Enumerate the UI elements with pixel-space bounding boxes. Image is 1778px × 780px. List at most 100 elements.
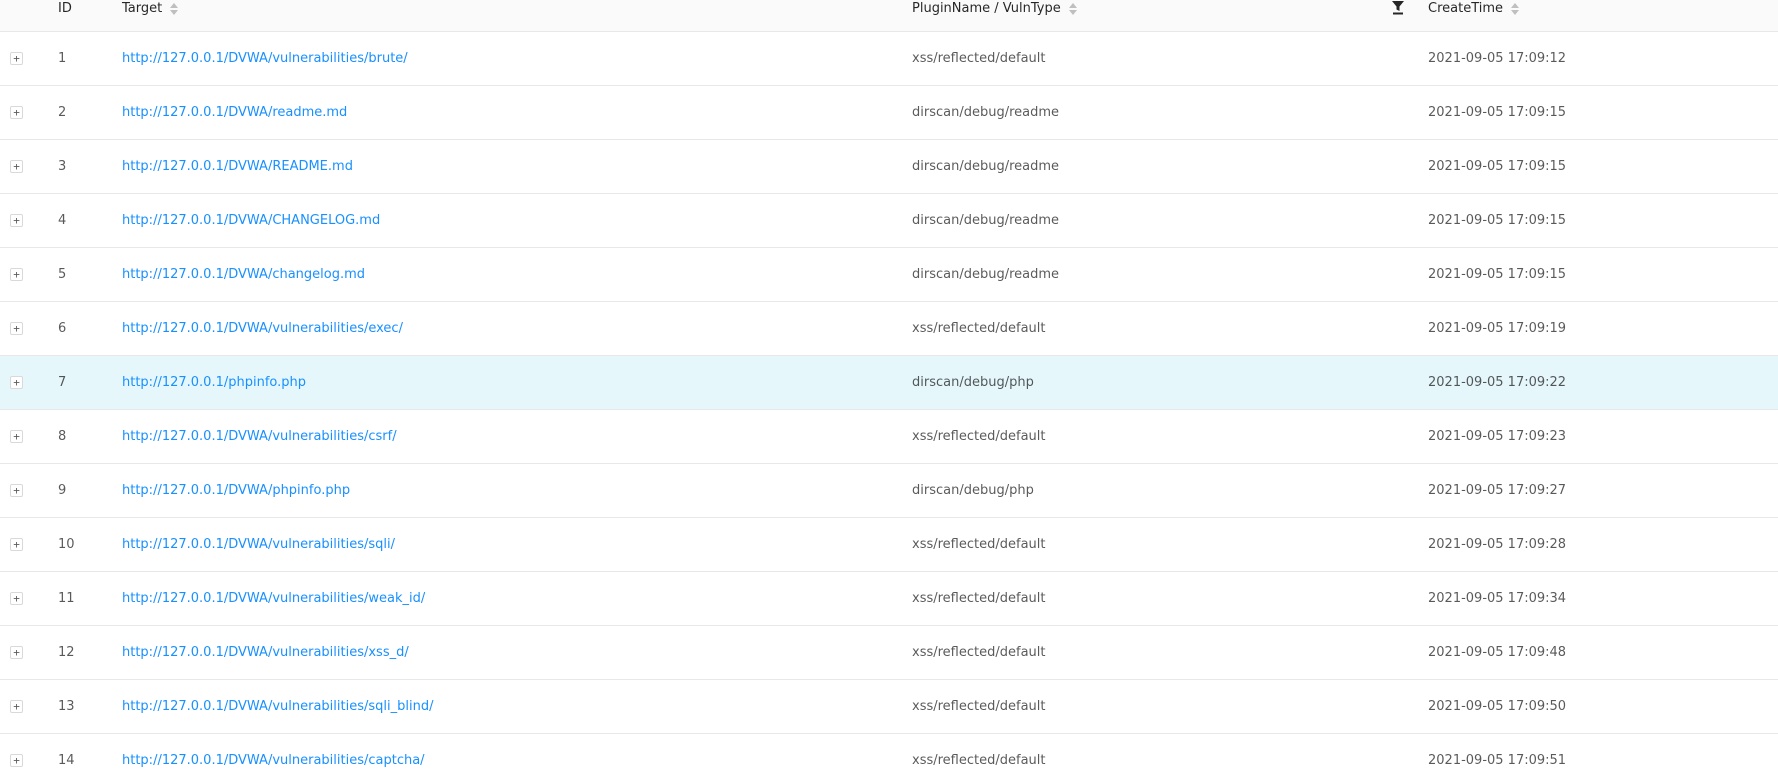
- row-plugin: xss/reflected/default: [904, 517, 1420, 572]
- expand-cell: +: [0, 571, 50, 626]
- column-header-target[interactable]: Target: [114, 0, 904, 32]
- table-row[interactable]: +8 http://127.0.0.1/DVWA/vulnerabilities/…: [0, 409, 1778, 464]
- row-target-cell: http://127.0.0.1/DVWA/changelog.md: [114, 247, 904, 302]
- expand-cell: +: [0, 463, 50, 518]
- column-header-target-label: Target: [122, 1, 163, 16]
- row-target-link[interactable]: http://127.0.0.1/DVWA/vulnerabilities/cs…: [122, 429, 397, 444]
- row-createtime: 2021-09-05 17:09:15: [1420, 85, 1778, 140]
- table-row[interactable]: +9 http://127.0.0.1/DVWA/phpinfo.php dirsc…: [0, 463, 1778, 518]
- row-target-link[interactable]: http://127.0.0.1/DVWA/vulnerabilities/ex…: [122, 321, 403, 336]
- sort-caret-icon[interactable]: [1511, 2, 1520, 15]
- row-createtime: 2021-09-05 17:09:15: [1420, 193, 1778, 248]
- row-plugin: dirscan/debug/readme: [904, 85, 1420, 140]
- row-target-cell: http://127.0.0.1/DVWA/README.md: [114, 139, 904, 194]
- expand-row-button[interactable]: +: [10, 106, 23, 119]
- column-header-id-label: ID: [58, 1, 72, 16]
- table-row[interactable]: +6 http://127.0.0.1/DVWA/vulnerabilities/…: [0, 301, 1778, 356]
- row-id: 10: [50, 517, 114, 572]
- table-row[interactable]: +10 http://127.0.0.1/DVWA/vulnerabilities…: [0, 517, 1778, 572]
- expand-row-button[interactable]: +: [10, 592, 23, 605]
- table-row[interactable]: +7 http://127.0.0.1/phpinfo.php dirscan/de…: [0, 355, 1778, 410]
- row-target-cell: http://127.0.0.1/DVWA/vulnerabilities/br…: [114, 31, 904, 86]
- table-row[interactable]: +1 http://127.0.0.1/DVWA/vulnerabilities/…: [0, 31, 1778, 86]
- row-plugin: xss/reflected/default: [904, 301, 1420, 356]
- table-row[interactable]: +14 http://127.0.0.1/DVWA/vulnerabilities…: [0, 733, 1778, 780]
- expand-row-button[interactable]: +: [10, 376, 23, 389]
- table-row[interactable]: +11 http://127.0.0.1/DVWA/vulnerabilities…: [0, 571, 1778, 626]
- expand-cell: +: [0, 139, 50, 194]
- row-target-cell: http://127.0.0.1/DVWA/vulnerabilities/ca…: [114, 733, 904, 780]
- table-row[interactable]: +13 http://127.0.0.1/DVWA/vulnerabilities…: [0, 679, 1778, 734]
- sort-caret-icon[interactable]: [1068, 2, 1077, 15]
- expand-row-button[interactable]: +: [10, 754, 23, 767]
- row-id: 12: [50, 625, 114, 680]
- expand-row-button[interactable]: +: [10, 160, 23, 173]
- row-id: 4: [50, 193, 114, 248]
- row-createtime: 2021-09-05 17:09:50: [1420, 679, 1778, 734]
- expand-cell: +: [0, 85, 50, 140]
- row-createtime: 2021-09-05 17:09:22: [1420, 355, 1778, 410]
- row-plugin: dirscan/debug/readme: [904, 139, 1420, 194]
- row-target-link[interactable]: http://127.0.0.1/DVWA/vulnerabilities/we…: [122, 591, 425, 606]
- expand-row-button[interactable]: +: [10, 700, 23, 713]
- row-plugin: xss/reflected/default: [904, 31, 1420, 86]
- row-createtime: 2021-09-05 17:09:34: [1420, 571, 1778, 626]
- expand-cell: +: [0, 247, 50, 302]
- sort-caret-icon[interactable]: [170, 2, 179, 15]
- row-id: 14: [50, 733, 114, 780]
- column-header-plugin[interactable]: PluginName / VulnType: [904, 0, 1420, 32]
- row-createtime: 2021-09-05 17:09:15: [1420, 247, 1778, 302]
- expand-row-button[interactable]: +: [10, 52, 23, 65]
- row-createtime: 2021-09-05 17:09:23: [1420, 409, 1778, 464]
- row-target-link[interactable]: http://127.0.0.1/DVWA/README.md: [122, 159, 353, 174]
- row-target-cell: http://127.0.0.1/phpinfo.php: [114, 355, 904, 410]
- column-header-createtime[interactable]: CreateTime: [1420, 0, 1778, 32]
- column-header-createtime-label: CreateTime: [1428, 1, 1504, 16]
- column-header-id[interactable]: ID: [50, 0, 114, 32]
- table-row[interactable]: +12 http://127.0.0.1/DVWA/vulnerabilities…: [0, 625, 1778, 680]
- expand-cell: +: [0, 733, 50, 780]
- row-target-cell: http://127.0.0.1/DVWA/vulnerabilities/sq…: [114, 679, 904, 734]
- expand-cell: +: [0, 301, 50, 356]
- results-table: ID Target PluginName / VulnType CreateTi…: [0, 0, 1778, 780]
- row-target-link[interactable]: http://127.0.0.1/DVWA/readme.md: [122, 105, 347, 120]
- row-target-link[interactable]: http://127.0.0.1/DVWA/vulnerabilities/br…: [122, 51, 408, 66]
- row-target-link[interactable]: http://127.0.0.1/DVWA/changelog.md: [122, 267, 365, 282]
- row-target-link[interactable]: http://127.0.0.1/DVWA/vulnerabilities/ca…: [122, 753, 425, 768]
- table-row[interactable]: +5 http://127.0.0.1/DVWA/changelog.md dirs…: [0, 247, 1778, 302]
- expand-row-button[interactable]: +: [10, 430, 23, 443]
- expand-cell: +: [0, 193, 50, 248]
- expand-row-button[interactable]: +: [10, 322, 23, 335]
- vulnerability-table: ID Target PluginName / VulnType CreateTi…: [0, 0, 1778, 780]
- column-header-plugin-label: PluginName / VulnType: [912, 1, 1061, 16]
- row-target-link[interactable]: http://127.0.0.1/DVWA/vulnerabilities/xs…: [122, 645, 409, 660]
- row-target-link[interactable]: http://127.0.0.1/DVWA/phpinfo.php: [122, 483, 350, 498]
- expand-cell: +: [0, 355, 50, 410]
- expand-row-button[interactable]: +: [10, 484, 23, 497]
- row-id: 11: [50, 571, 114, 626]
- table-row[interactable]: +2 http://127.0.0.1/DVWA/readme.md dirscan…: [0, 85, 1778, 140]
- table-row[interactable]: +3 http://127.0.0.1/DVWA/README.md dirscan…: [0, 139, 1778, 194]
- row-target-link[interactable]: http://127.0.0.1/DVWA/vulnerabilities/sq…: [122, 537, 395, 552]
- expand-row-button[interactable]: +: [10, 268, 23, 281]
- row-target-cell: http://127.0.0.1/DVWA/vulnerabilities/ex…: [114, 301, 904, 356]
- expand-row-button[interactable]: +: [10, 214, 23, 227]
- row-createtime: 2021-09-05 17:09:28: [1420, 517, 1778, 572]
- expand-cell: +: [0, 31, 50, 86]
- row-id: 6: [50, 301, 114, 356]
- expand-cell: +: [0, 517, 50, 572]
- row-id: 2: [50, 85, 114, 140]
- row-target-cell: http://127.0.0.1/DVWA/phpinfo.php: [114, 463, 904, 518]
- filter-icon[interactable]: [1392, 1, 1404, 15]
- row-id: 7: [50, 355, 114, 410]
- row-target-link[interactable]: http://127.0.0.1/DVWA/CHANGELOG.md: [122, 213, 380, 228]
- row-target-link[interactable]: http://127.0.0.1/DVWA/vulnerabilities/sq…: [122, 699, 433, 714]
- row-createtime: 2021-09-05 17:09:15: [1420, 139, 1778, 194]
- row-id: 9: [50, 463, 114, 518]
- row-target-link[interactable]: http://127.0.0.1/phpinfo.php: [122, 375, 306, 390]
- expand-row-button[interactable]: +: [10, 538, 23, 551]
- table-body: +1 http://127.0.0.1/DVWA/vulnerabilities/…: [0, 31, 1778, 780]
- table-row[interactable]: +4 http://127.0.0.1/DVWA/CHANGELOG.md dirs…: [0, 193, 1778, 248]
- expand-row-button[interactable]: +: [10, 646, 23, 659]
- row-plugin: xss/reflected/default: [904, 571, 1420, 626]
